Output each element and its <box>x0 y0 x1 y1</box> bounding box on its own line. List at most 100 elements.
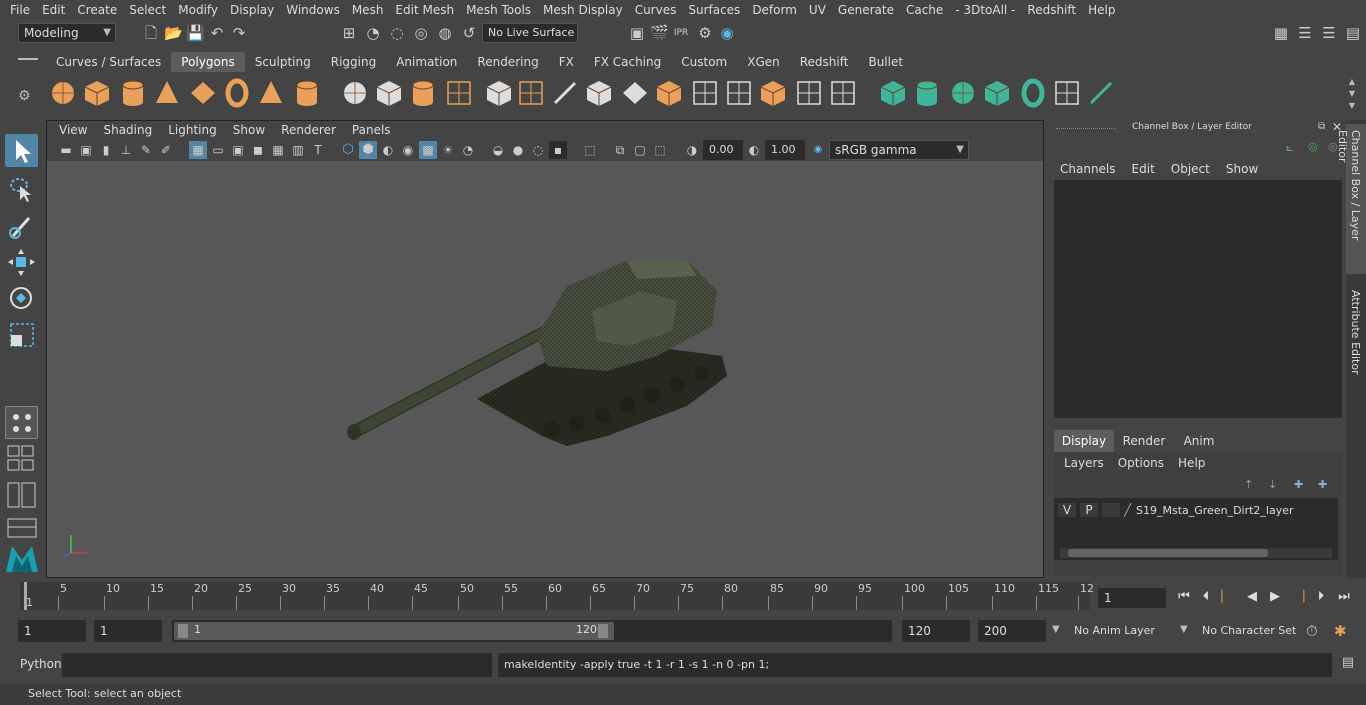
mirror-icon[interactable] <box>408 78 438 108</box>
snap-grid-icon[interactable]: ⊞ <box>340 24 358 42</box>
antialiasing-icon[interactable]: ◌ <box>529 141 547 159</box>
offset-loop-icon[interactable] <box>724 78 754 108</box>
channels-menu[interactable]: Channels <box>1060 162 1132 176</box>
playback-start-field[interactable]: 1 <box>94 620 162 642</box>
poly-torus-icon[interactable] <box>222 78 252 108</box>
layer-scrollbar[interactable] <box>1060 548 1332 558</box>
range-start-knob[interactable] <box>178 624 188 638</box>
poly-cone-icon[interactable] <box>152 78 182 108</box>
exposure-icon[interactable]: ◑ <box>683 141 701 159</box>
anim-layer-dropdown[interactable]: No Anim Layer <box>1068 620 1172 642</box>
menu-edit[interactable]: Edit <box>36 3 71 17</box>
layer-row[interactable]: V P ╱ S19_Msta_Green_Dirt2_layer <box>1058 501 1338 519</box>
hypershade-icon[interactable]: ◉ <box>718 24 736 42</box>
bevel-icon[interactable] <box>516 78 546 108</box>
tab-attribute-editor[interactable]: Attribute Editor <box>1346 286 1366 386</box>
safe-action-icon[interactable]: ▥ <box>289 141 307 159</box>
menu-3dtoall[interactable]: - 3DtoAll - <box>949 3 1021 17</box>
lights-icon[interactable]: ☀ <box>439 141 457 159</box>
scale-tool-icon[interactable] <box>5 318 38 351</box>
textured-icon[interactable]: ◉ <box>399 141 417 159</box>
snap-surface-icon[interactable]: ◍ <box>436 24 454 42</box>
object-menu[interactable]: Object <box>1171 162 1226 176</box>
layer-color-icon[interactable]: ╱ <box>1124 503 1136 517</box>
live-surface-field[interactable]: No Live Surface <box>482 23 578 43</box>
viewport-menu-panels[interactable]: Panels <box>344 123 399 137</box>
multicut-icon[interactable] <box>550 78 580 108</box>
end-time-field[interactable]: 200 <box>978 620 1046 642</box>
poly-cylinder-icon[interactable] <box>118 78 148 108</box>
poly-plane-icon[interactable] <box>188 78 218 108</box>
move-layer-down-icon[interactable]: ⇣ <box>1268 478 1277 491</box>
lasso-tool-icon[interactable] <box>5 172 38 205</box>
extrude-icon[interactable] <box>484 78 514 108</box>
float-panel-icon[interactable]: ⧉ <box>1318 121 1325 132</box>
xray-icon[interactable]: ▩ <box>419 141 437 159</box>
tab-channel-box[interactable]: Channel Box / Layer Editor <box>1336 124 1366 274</box>
tab-display[interactable]: Display <box>1054 430 1114 452</box>
open-scene-icon[interactable]: 📂 <box>164 24 183 42</box>
menu-mesh[interactable]: Mesh <box>346 3 390 17</box>
show-menu[interactable]: Show <box>1226 162 1258 176</box>
isolate-select-icon[interactable]: ⬚ <box>581 141 599 159</box>
options-menu[interactable]: Options <box>1118 456 1178 470</box>
move-tool-icon[interactable] <box>5 246 38 279</box>
menu-uv[interactable]: UV <box>803 3 832 17</box>
menu-generate[interactable]: Generate <box>832 3 900 17</box>
colorspace-dropdown[interactable]: sRGB gamma ▼ <box>829 140 969 160</box>
menu-modify[interactable]: Modify <box>172 3 224 17</box>
poly-pipe-icon[interactable] <box>292 78 322 108</box>
channel-list[interactable] <box>1054 180 1342 418</box>
shelf-tab-xgen[interactable]: XGen <box>737 52 790 72</box>
shelf-tab-fx-caching[interactable]: FX Caching <box>584 52 671 72</box>
range-slider-handle[interactable] <box>174 622 614 640</box>
menu-windows[interactable]: Windows <box>280 3 346 17</box>
uv-auto-icon[interactable] <box>982 78 1012 108</box>
2d-pan-icon[interactable]: ✐ <box>157 141 175 159</box>
make-live-icon[interactable]: ↺ <box>460 24 478 42</box>
shelf-scroll-icon[interactable]: ▲ ▼ ▼ <box>1346 76 1358 112</box>
shelf-tab-fx[interactable]: FX <box>549 52 584 72</box>
uv-cylindrical-icon[interactable] <box>912 78 942 108</box>
menu-select[interactable]: Select <box>123 3 172 17</box>
move-layer-up-icon[interactable]: ⇡ <box>1244 478 1253 491</box>
shelf-tab-polygons[interactable]: Polygons <box>171 52 245 72</box>
render-frame-icon[interactable]: 🎬 <box>650 24 669 42</box>
ipr-render-icon[interactable]: IPR <box>672 24 690 42</box>
play-backward-icon[interactable]: ◀ <box>1244 589 1260 605</box>
gate-mask-icon[interactable]: ◼ <box>249 141 267 159</box>
step-back-key-icon[interactable]: ⎸ <box>1220 589 1236 605</box>
select-tool-icon[interactable] <box>5 134 38 167</box>
shelf-tab-custom[interactable]: Custom <box>671 52 737 72</box>
bookmark-icon[interactable]: ▮ <box>97 141 115 159</box>
menu-create[interactable]: Create <box>71 3 123 17</box>
tab-render[interactable]: Render <box>1114 430 1174 452</box>
character-set-dropdown[interactable]: No Character Set <box>1196 620 1298 642</box>
shelf-menu-icon[interactable] <box>18 58 38 60</box>
poly-cube-icon[interactable] <box>82 78 112 108</box>
uv-checker-icon[interactable] <box>1052 78 1082 108</box>
shadows-icon[interactable]: ◔ <box>459 141 477 159</box>
step-forward-key-icon[interactable]: ⎹ <box>1290 589 1306 605</box>
color-management-icon[interactable]: ◉ <box>809 141 827 159</box>
current-time-marker[interactable] <box>24 582 27 610</box>
menu-redshift[interactable]: Redshift <box>1021 3 1082 17</box>
smooth-shade-icon[interactable]: ⬢ <box>359 141 377 159</box>
film-gate-icon[interactable]: ▭ <box>209 141 227 159</box>
snap-point-icon[interactable]: ◌ <box>388 24 406 42</box>
range-end-knob[interactable] <box>598 624 608 638</box>
redo-icon[interactable]: ↷ <box>230 24 248 42</box>
motion-blur-icon[interactable]: ● <box>509 141 527 159</box>
fill-hole-icon[interactable] <box>654 78 684 108</box>
uv-spherical-icon[interactable] <box>948 78 978 108</box>
start-time-field[interactable]: 1 <box>18 620 86 642</box>
camera-attributes-icon[interactable]: ▣ <box>77 141 95 159</box>
menu-help[interactable]: Help <box>1082 3 1121 17</box>
current-frame-field[interactable]: 1 <box>1098 588 1166 608</box>
green-dot-icon[interactable]: ◎ <box>1308 140 1318 153</box>
modeling-toolkit-icon[interactable]: ☰ <box>1296 24 1314 42</box>
playback-toggle[interactable]: P <box>1080 503 1098 517</box>
time-ruler[interactable]: 1 5 10 15 20 25 30 35 40 45 50 55 60 65 70 75 80 85 90 95 10… <box>20 582 1094 610</box>
step-forward-icon[interactable]: ⏵ <box>1313 589 1329 605</box>
smooth-icon[interactable] <box>444 78 474 108</box>
